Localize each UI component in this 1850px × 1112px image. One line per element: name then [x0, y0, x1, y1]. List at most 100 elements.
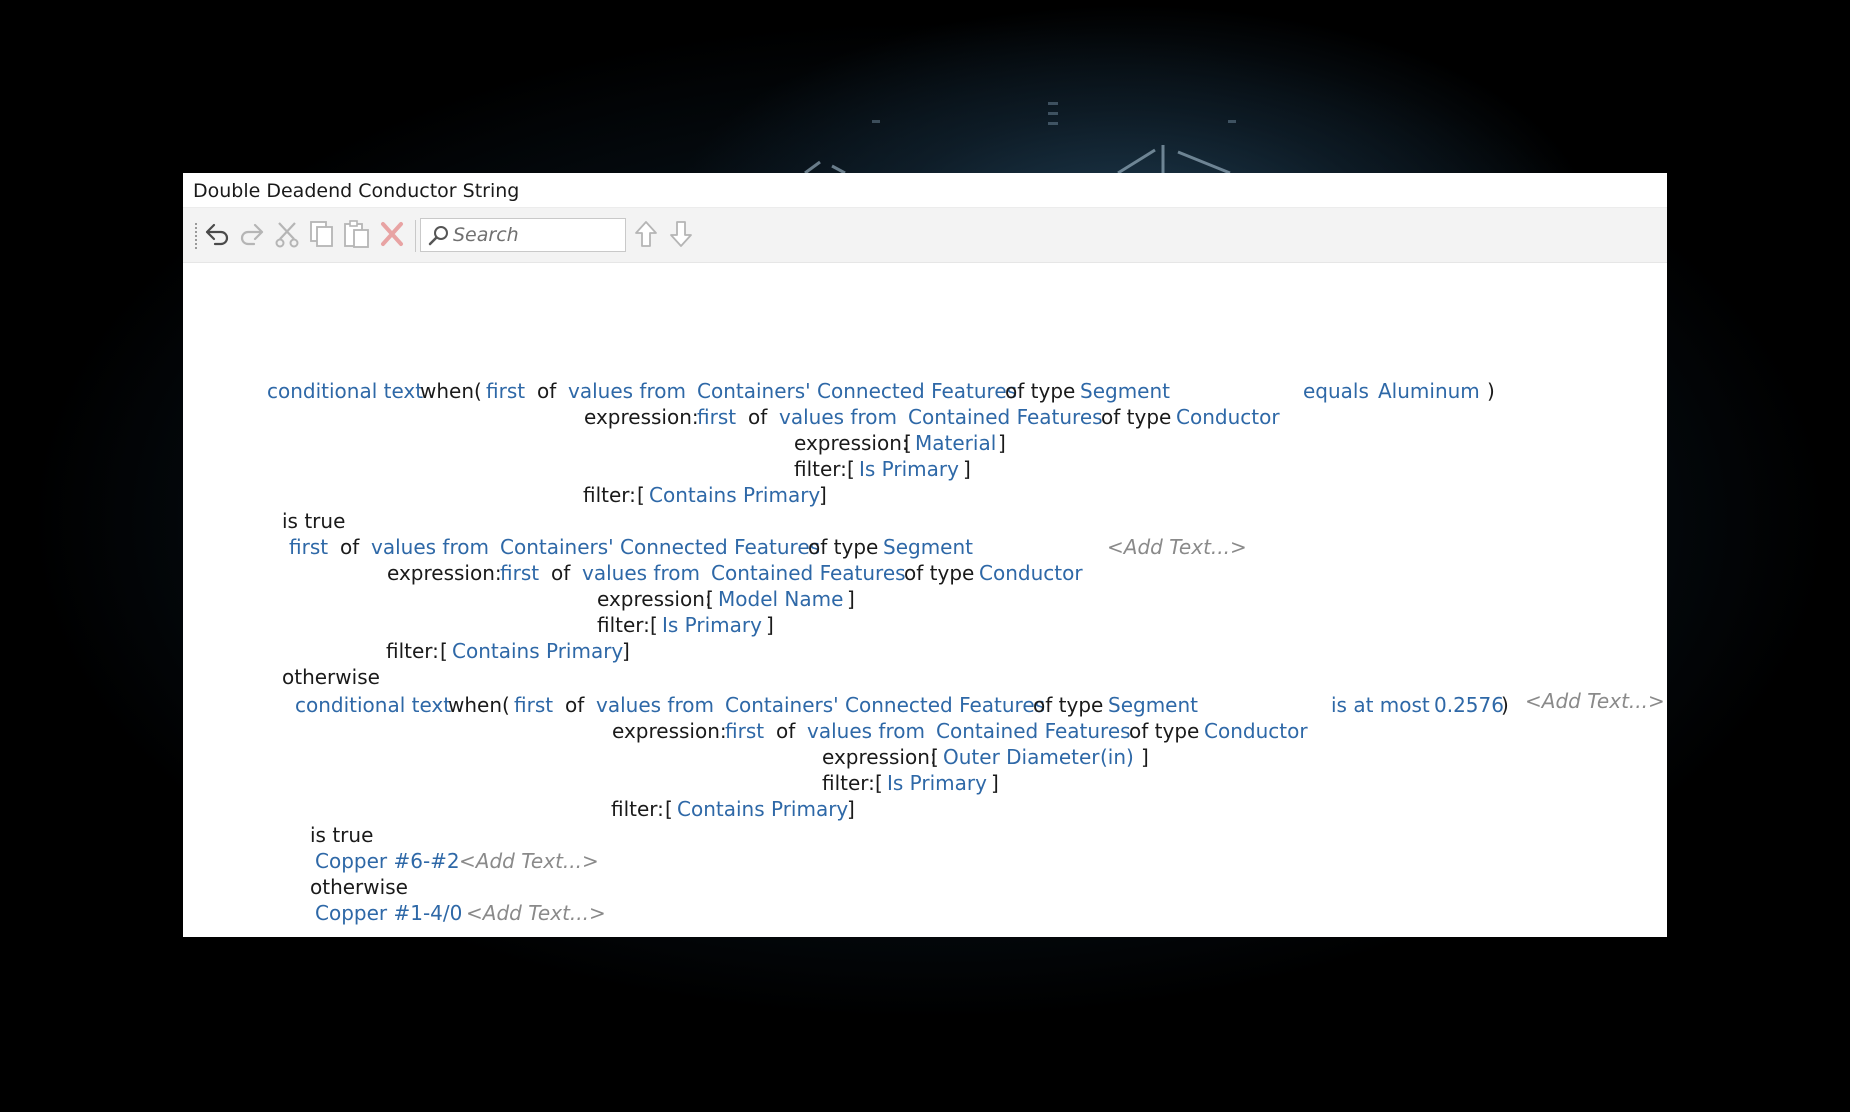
of-type-keyword: of type	[1033, 693, 1104, 717]
of-type-keyword: of type	[808, 535, 879, 559]
type-token[interactable]: Segment	[1108, 692, 1198, 718]
type-token[interactable]: Conductor	[1204, 718, 1308, 744]
of-type-keyword: of type	[1101, 405, 1172, 429]
operator-token[interactable]: is at most	[1331, 692, 1430, 718]
open-bracket: [	[706, 587, 714, 611]
value-token[interactable]: 0.2576	[1434, 692, 1504, 718]
filter-label: filter:	[386, 639, 439, 663]
search-icon	[428, 226, 448, 246]
close-bracket: ]	[998, 431, 1006, 455]
when-keyword: when(	[420, 379, 482, 403]
close-bracket: ]	[622, 639, 630, 663]
copy-icon[interactable]	[306, 218, 338, 250]
value-token[interactable]: Aluminum	[1378, 378, 1480, 404]
expression-label: expression:	[612, 719, 727, 743]
open-bracket: [	[637, 483, 645, 507]
cut-icon[interactable]	[271, 218, 303, 250]
add-text-placeholder[interactable]: <Add Text...>	[466, 900, 606, 926]
filter-token[interactable]: Contains Primary	[649, 482, 820, 508]
of-keyword: of	[748, 405, 768, 429]
aggregate-token[interactable]: first	[725, 718, 764, 744]
expression-label: expression:	[822, 745, 937, 769]
values-from-token[interactable]: values from	[371, 534, 489, 560]
is-true-label: is true	[282, 509, 346, 533]
open-bracket: [	[904, 431, 912, 455]
type-token[interactable]: Conductor	[1176, 404, 1280, 430]
of-keyword: of	[565, 693, 585, 717]
aggregate-token[interactable]: first	[500, 560, 539, 586]
when-keyword: when(	[448, 693, 510, 717]
window-title: Double Deadend Conductor String	[183, 173, 1667, 208]
toolbar-grip[interactable]	[195, 223, 197, 249]
field-token[interactable]: Model Name	[718, 586, 843, 612]
expression-label: expression:	[387, 561, 502, 585]
delete-icon[interactable]	[376, 218, 408, 250]
add-text-placeholder[interactable]: <Add Text...>	[459, 848, 599, 874]
otherwise-label: otherwise	[310, 875, 408, 899]
of-keyword: of	[776, 719, 796, 743]
redo-icon[interactable]	[236, 218, 268, 250]
source-token[interactable]: Contained Features	[711, 560, 906, 586]
filter-token[interactable]: Is Primary	[662, 612, 762, 638]
filter-label: filter:	[822, 771, 875, 795]
conditional-text-token[interactable]: conditional text	[295, 692, 451, 718]
type-token[interactable]: Segment	[883, 534, 973, 560]
move-down-icon[interactable]	[665, 218, 697, 250]
is-true-label: is true	[310, 823, 374, 847]
paste-icon[interactable]	[341, 218, 373, 250]
filter-token[interactable]: Is Primary	[887, 770, 987, 796]
type-token[interactable]: Conductor	[979, 560, 1083, 586]
source-token[interactable]: Containers' Connected Features	[697, 378, 1017, 404]
aggregate-token[interactable]: first	[514, 692, 553, 718]
search-box[interactable]	[420, 218, 626, 252]
toolbar-separator	[415, 220, 416, 252]
expression-label: expression:	[584, 405, 699, 429]
field-token[interactable]: Outer Diameter	[943, 744, 1100, 770]
values-from-token[interactable]: values from	[779, 404, 897, 430]
of-keyword: of	[340, 535, 360, 559]
values-from-token[interactable]: values from	[568, 378, 686, 404]
editor-window: Double Deadend Conductor String Search c…	[183, 173, 1667, 937]
undo-icon[interactable]	[201, 218, 233, 250]
search-input[interactable]	[453, 222, 621, 248]
filter-token[interactable]: Contains Primary	[452, 638, 623, 664]
close-bracket: ]	[963, 457, 971, 481]
close-bracket: ]	[1141, 745, 1149, 769]
move-up-icon[interactable]	[630, 218, 662, 250]
of-keyword: of	[551, 561, 571, 585]
unit-token[interactable]: (in)	[1100, 744, 1134, 770]
result-value-token[interactable]: Copper #6-#2	[315, 848, 460, 874]
open-bracket: [	[931, 745, 939, 769]
expression-label: expression:	[597, 587, 712, 611]
aggregate-token[interactable]: first	[697, 404, 736, 430]
open-bracket: [	[665, 797, 673, 821]
add-text-placeholder[interactable]: <Add Text...>	[1107, 534, 1247, 560]
of-type-keyword: of type	[904, 561, 975, 585]
toolbar	[183, 208, 1667, 263]
open-bracket: [	[650, 613, 658, 637]
values-from-token[interactable]: values from	[807, 718, 925, 744]
source-token[interactable]: Containers' Connected Features	[725, 692, 1045, 718]
field-token[interactable]: Material	[915, 430, 996, 456]
values-from-token[interactable]: values from	[582, 560, 700, 586]
filter-label: filter:	[583, 483, 636, 507]
result-value-token[interactable]: Copper #1-4/0	[315, 900, 462, 926]
filter-token[interactable]: Contains Primary	[677, 796, 848, 822]
source-token[interactable]: Contained Features	[908, 404, 1103, 430]
type-token[interactable]: Segment	[1080, 378, 1170, 404]
operator-token[interactable]: equals	[1303, 378, 1369, 404]
aggregate-token[interactable]: first	[486, 378, 525, 404]
add-text-placeholder[interactable]: <Add Text...>	[1525, 688, 1665, 714]
filter-label: filter:	[611, 797, 664, 821]
of-type-keyword: of type	[1005, 379, 1076, 403]
expression-editor: conditional text when( first of values f…	[183, 262, 1667, 937]
aggregate-token[interactable]: first	[289, 534, 328, 560]
close-paren: )	[1487, 379, 1495, 403]
filter-token[interactable]: Is Primary	[859, 456, 959, 482]
values-from-token[interactable]: values from	[596, 692, 714, 718]
source-token[interactable]: Contained Features	[936, 718, 1131, 744]
open-bracket: [	[440, 639, 448, 663]
close-bracket: ]	[819, 483, 827, 507]
source-token[interactable]: Containers' Connected Features	[500, 534, 820, 560]
conditional-text-token[interactable]: conditional text	[267, 378, 423, 404]
